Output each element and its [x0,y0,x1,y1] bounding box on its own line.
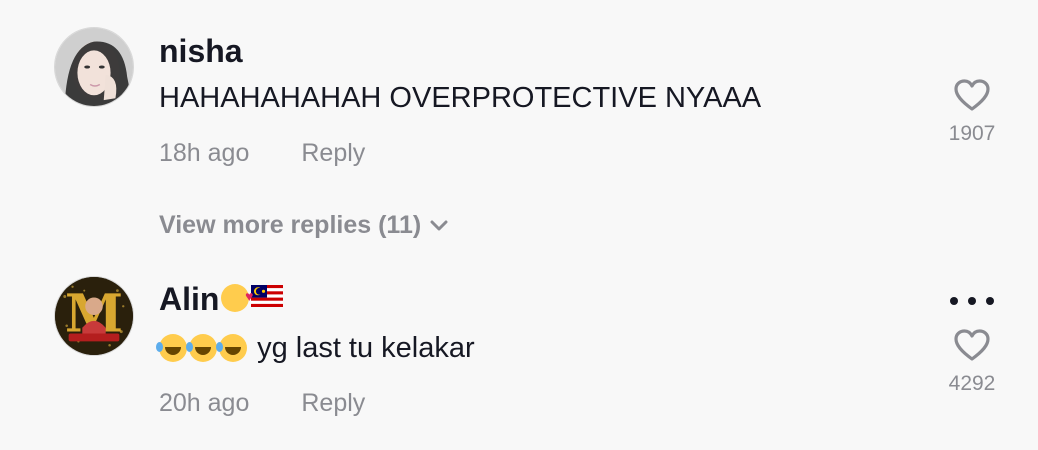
comment-username[interactable]: Alin [159,281,219,317]
view-more-label: View more replies (11) [159,211,422,239]
comment-username-row: Alin [159,278,284,317]
view-more-replies-button[interactable]: View more replies (11) [159,209,449,241]
avatar-image: M [55,277,133,355]
malaysia-flag-emoji [251,285,284,307]
avatar-alin[interactable]: M [54,276,134,356]
more-dot [950,297,958,305]
reply-button[interactable]: Reply [301,139,365,167]
comment-text: HAHAHAHAHAH OVERPROTECTIVE NYAAA [159,82,762,114]
like-count: 4292 [948,372,996,395]
avatar-nisha[interactable] [54,27,134,107]
like-count: 1907 [948,122,996,145]
rolling-on-floor-laughing-emoji [186,334,217,362]
comment-meta: 18h ago Reply [159,138,365,168]
more-dot [986,297,994,305]
more-dot [968,297,976,305]
avatar-image [55,28,133,106]
comment-timestamp: 20h ago [159,389,250,417]
comments-panel: nisha HAHAHAHAHAH OVERPROTECTIVE NYAAA 1… [0,0,1038,450]
rolling-on-floor-laughing-emoji [156,334,187,362]
comment-timestamp: 18h ago [159,139,250,167]
smiling-face-with-hearts-emoji [221,278,253,314]
reply-button[interactable]: Reply [301,389,365,417]
more-options-icon[interactable] [950,292,994,310]
heart-outline-icon[interactable] [953,78,991,112]
rolling-on-floor-laughing-emoji [216,334,247,362]
comment-text: yg last tu kelakar [257,332,475,364]
like-group: 4292 [932,328,1012,396]
chevron-down-icon [430,220,448,231]
like-group: 1907 [932,78,1012,146]
comment-text-row: yg last tu kelakar [156,331,475,365]
comment-username[interactable]: nisha [159,33,243,69]
comment-meta: 20h ago Reply [159,388,365,418]
heart-outline-icon[interactable] [953,328,991,362]
